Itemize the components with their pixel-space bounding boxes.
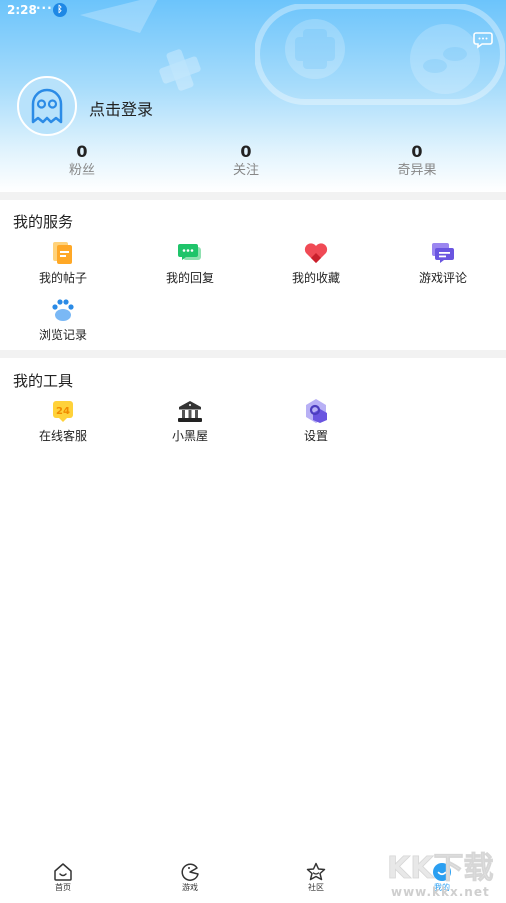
document-icon xyxy=(53,242,72,264)
status-more-dots: ··· xyxy=(36,1,53,15)
tab-games-label: 游戏 xyxy=(182,883,198,892)
tab-home[interactable]: 首页 xyxy=(33,862,93,893)
profile-header: 2:28 ··· ᛒ 点击登录 0 粉丝 0 关注 0 奇异果 xyxy=(0,0,506,192)
service-my-replies[interactable]: 我的回复 xyxy=(140,240,240,286)
stat-following-value: 0 xyxy=(240,142,252,161)
tool-online-service[interactable]: 24 在线客服 xyxy=(13,398,113,444)
tab-games[interactable]: 游戏 xyxy=(160,862,220,893)
tool-online-service-label: 在线客服 xyxy=(38,429,87,443)
game-pacman-icon xyxy=(181,863,199,881)
stat-kiwi-value: 0 xyxy=(411,142,423,161)
comment-icon xyxy=(432,243,454,263)
tools-title: 我的工具 xyxy=(13,372,74,390)
tool-black-room[interactable]: 小黑屋 xyxy=(140,398,240,444)
stat-following[interactable]: 0 关注 xyxy=(186,142,306,180)
avatar[interactable] xyxy=(17,76,77,136)
section-divider xyxy=(0,192,506,200)
tab-home-label: 首页 xyxy=(55,883,71,892)
ghost-icon xyxy=(31,88,63,124)
service-my-favorites-label: 我的收藏 xyxy=(291,271,340,285)
service-my-replies-label: 我的回复 xyxy=(165,271,214,285)
stat-kiwi-label: 奇异果 xyxy=(397,163,437,178)
status-bar: 2:28 ··· ᛒ xyxy=(0,0,506,22)
heart-icon xyxy=(304,243,328,263)
service-my-favorites[interactable]: 我的收藏 xyxy=(266,240,366,286)
paw-icon xyxy=(52,299,74,321)
tool-settings-label: 设置 xyxy=(303,429,328,443)
settings-hexagon-icon xyxy=(306,399,327,423)
home-face-icon xyxy=(54,863,72,881)
service-game-reviews-label: 游戏评论 xyxy=(418,271,467,285)
bluetooth-icon: ᛒ xyxy=(53,3,67,17)
customer-service-24-icon: 24 xyxy=(53,401,73,422)
cross-decoration-icon xyxy=(159,49,201,91)
stat-kiwi[interactable]: 0 奇异果 xyxy=(357,142,477,180)
services-title: 我的服务 xyxy=(13,213,74,231)
login-link[interactable]: 点击登录 xyxy=(89,96,153,120)
stats-row: 0 粉丝 0 关注 0 奇异果 xyxy=(0,142,506,182)
tab-community-label: 社区 xyxy=(308,883,324,892)
service-badge-text: 24 xyxy=(56,406,70,417)
section-divider xyxy=(0,350,506,358)
service-my-posts-label: 我的帖子 xyxy=(38,271,87,285)
star-icon xyxy=(306,862,326,881)
watermark-url: www.kkx.net xyxy=(391,885,490,899)
service-my-posts[interactable]: 我的帖子 xyxy=(13,240,113,286)
status-time: 2:28 xyxy=(7,3,37,17)
service-browse-history-label: 浏览记录 xyxy=(38,328,87,342)
stat-fans-label: 粉丝 xyxy=(68,163,95,178)
stat-fans-value: 0 xyxy=(76,142,88,161)
service-browse-history[interactable]: 浏览记录 xyxy=(13,297,113,343)
chat-bubble-icon[interactable] xyxy=(473,30,493,50)
reply-bubble-icon xyxy=(178,244,201,260)
tool-black-room-label: 小黑屋 xyxy=(171,429,208,443)
watermark-big-text: KK下载 xyxy=(387,851,494,886)
watermark: KK下载 www.kkx.net xyxy=(387,846,505,899)
service-game-reviews[interactable]: 游戏评论 xyxy=(393,240,493,286)
tab-community[interactable]: 社区 xyxy=(286,862,346,893)
watermark-logo: KK下载 www.kkx.net xyxy=(387,851,494,899)
stat-following-label: 关注 xyxy=(232,163,259,178)
bank-building-icon xyxy=(178,401,202,422)
stat-fans[interactable]: 0 粉丝 xyxy=(22,142,142,180)
tool-settings[interactable]: 设置 xyxy=(266,398,366,444)
